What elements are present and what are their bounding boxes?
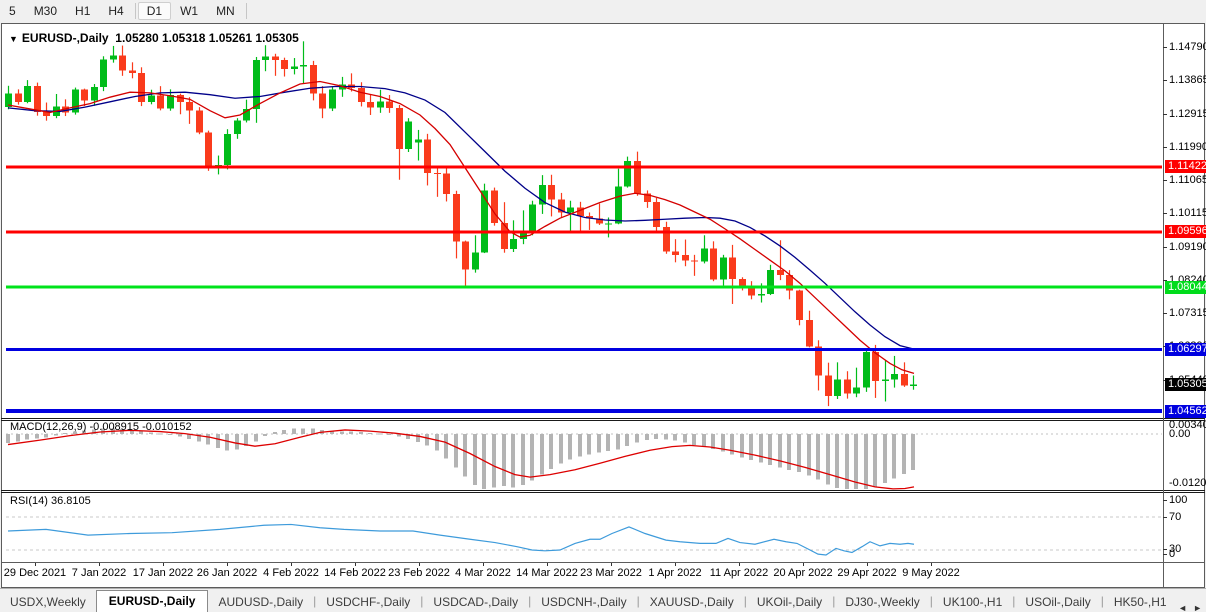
timeframe-button-h4[interactable]: H4 xyxy=(99,2,132,20)
price-axis-label: 1.12915 xyxy=(1169,108,1205,120)
timeframe-button-mn[interactable]: MN xyxy=(207,2,244,20)
chevron-down-icon[interactable]: ▼ xyxy=(9,34,18,44)
chart-ohlc-values: 1.05280 1.05318 1.05261 1.05305 xyxy=(115,31,299,45)
tab-uk100-h1[interactable]: UK100-,H1 xyxy=(933,592,1012,612)
rsi-indicator-label: RSI(14) 36.8105 xyxy=(10,495,91,507)
hline-price-badge: 1.06297 xyxy=(1165,343,1206,356)
timeframe-button-w1[interactable]: W1 xyxy=(171,2,207,20)
tab-hk50-h1[interactable]: HK50-,H1 xyxy=(1104,592,1177,612)
tab-usdcnh-daily[interactable]: USDCNH-,Daily xyxy=(531,592,636,612)
scroll-left-icon[interactable]: ◄ xyxy=(1178,603,1187,612)
price-axis-label: 1.07315 xyxy=(1169,307,1205,319)
trading-terminal: 5M30H1H4 D1W1MN ▼ EURUSD-,Daily 1.05280 1.… xyxy=(0,0,1206,612)
tab-xauusd-daily[interactable]: XAUUSD-,Daily xyxy=(640,592,744,612)
chart-window[interactable] xyxy=(1,23,1205,588)
macd-indicator-label: MACD(12,26,9) -0.008915 -0.010152 xyxy=(10,421,192,433)
timeframe-button-m30[interactable]: M30 xyxy=(25,2,66,20)
hline-price-badge: 1.11422 xyxy=(1165,160,1206,173)
tab-ukoil-daily[interactable]: UKOil-,Daily xyxy=(747,592,832,612)
date-axis-label: 9 May 2022 xyxy=(891,567,971,579)
rsi-scale-label: 100 xyxy=(1169,494,1187,506)
macd-values: -0.008915 -0.010152 xyxy=(89,421,191,433)
hline-price-badge: 1.08044 xyxy=(1165,281,1206,294)
tab-usdx-weekly[interactable]: USDX,Weekly xyxy=(0,592,96,612)
macd-title: MACD(12,26,9) xyxy=(10,421,86,433)
price-axis-label: 1.14790 xyxy=(1169,41,1205,53)
timeframe-button-5[interactable]: 5 xyxy=(0,2,25,20)
rsi-title: RSI(14) xyxy=(10,495,48,507)
timeframe-toolbar: 5M30H1H4 D1W1MN xyxy=(0,0,1206,22)
chart-symbol-label: EURUSD-,Daily xyxy=(22,31,109,45)
hline-price-badge: 1.09596 xyxy=(1165,225,1206,238)
price-axis-label: 1.13865 xyxy=(1169,74,1205,86)
scroll-right-icon[interactable]: ► xyxy=(1193,603,1202,612)
hline-price-badge: 1.04562 xyxy=(1165,405,1206,418)
macd-scale-label: -0.01205 xyxy=(1169,477,1206,489)
timeframe-button-h1[interactable]: H1 xyxy=(66,2,99,20)
rsi-scale-label: 70 xyxy=(1169,511,1181,523)
tab-eurusd-daily[interactable]: EURUSD-,Daily xyxy=(96,590,209,612)
rsi-scale-label: 0 xyxy=(1169,548,1175,560)
rsi-value: 36.8105 xyxy=(51,495,91,507)
price-axis-label: 1.09190 xyxy=(1169,241,1205,253)
price-axis-label: 1.10115 xyxy=(1169,207,1205,219)
price-axis-label: 1.11990 xyxy=(1169,141,1205,153)
timeframe-button-d1[interactable]: D1 xyxy=(138,2,171,20)
price-axis-label: 1.11065 xyxy=(1169,174,1205,186)
tab-usdcad-daily[interactable]: USDCAD-,Daily xyxy=(423,592,528,612)
toolbar-separator xyxy=(246,3,247,19)
tab-usoil-daily[interactable]: USOil-,Daily xyxy=(1015,592,1100,612)
tab-dj30-weekly[interactable]: DJ30-,Weekly xyxy=(835,592,929,612)
tab-usdchf-daily[interactable]: USDCHF-,Daily xyxy=(316,592,420,612)
chart-title: ▼ EURUSD-,Daily 1.05280 1.05318 1.05261 1… xyxy=(9,31,299,45)
macd-scale-label: 0.00 xyxy=(1169,428,1190,440)
chart-tab-bar: USDX,WeeklyEURUSD-,DailyAUDUSD-,Daily|US… xyxy=(0,588,1206,612)
toolbar-separator xyxy=(135,3,136,19)
tab-scroll-buttons: ◄► xyxy=(1178,603,1206,612)
current-price-badge: 1.05305 xyxy=(1165,378,1206,391)
tab-audusd-daily[interactable]: AUDUSD-,Daily xyxy=(208,592,313,612)
